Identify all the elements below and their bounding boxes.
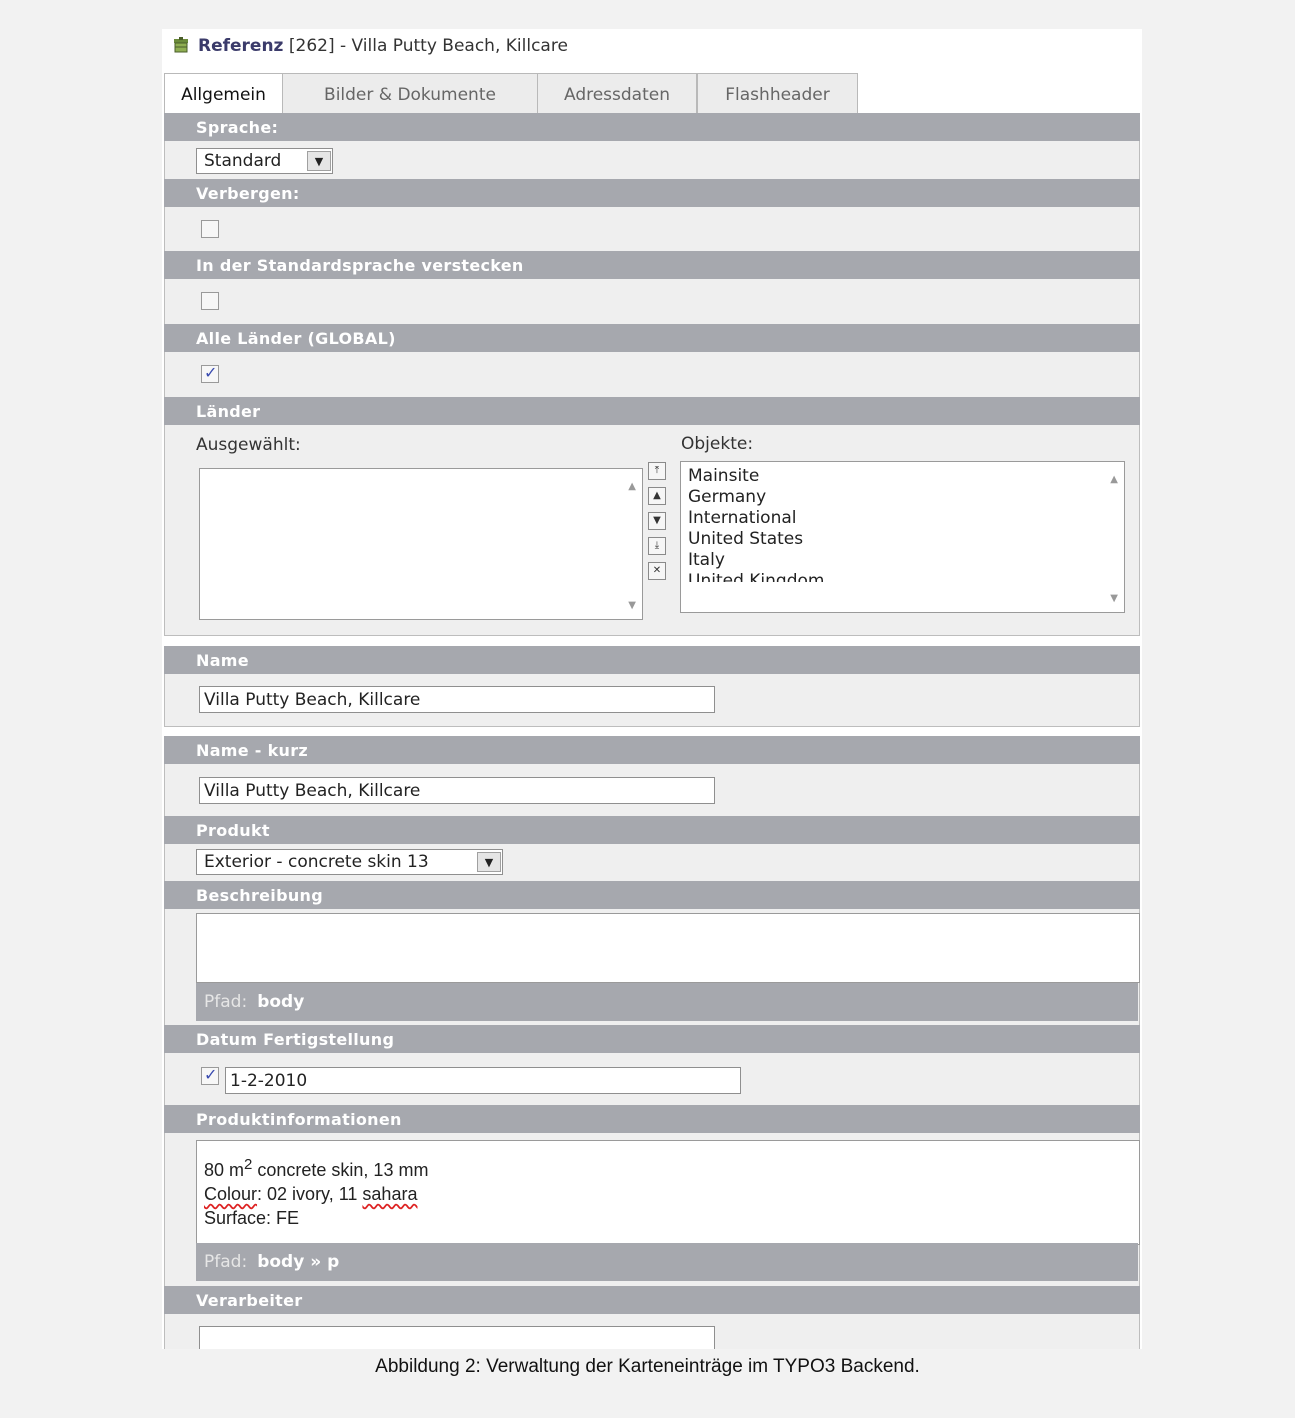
tab-adressdaten[interactable]: Adressdaten xyxy=(537,73,697,113)
move-down-icon[interactable]: ▼ xyxy=(648,512,666,530)
path-value[interactable]: body xyxy=(257,992,304,1012)
text-run: 80 m xyxy=(204,1160,245,1180)
alle-laender-label: Alle Länder (GLOBAL) xyxy=(164,324,1140,352)
record-title: Referenz [262] - Villa Putty Beach, Kill… xyxy=(172,29,568,64)
produkt-value: Exterior - concrete skin 13 xyxy=(204,852,429,872)
tab-bar: Allgemein Bilder & Dokumente Adressdaten… xyxy=(164,73,1142,114)
option-item[interactable]: International xyxy=(688,508,824,529)
misspelled-word: Colour xyxy=(204,1184,258,1204)
produktinformationen-pathbar: Pfad: body » p xyxy=(196,1243,1138,1281)
name-kurz-input[interactable]: Villa Putty Beach, Killcare xyxy=(199,777,715,804)
produktinformationen-editor[interactable]: 80 m2 concrete skin, 13 mm Colour: 02 iv… xyxy=(196,1140,1140,1245)
datum-input[interactable]: 1-2-2010 xyxy=(225,1067,741,1094)
standard-verstecken-label: In der Standardsprache verstecken xyxy=(164,251,1140,279)
scroll-up-icon[interactable]: ▲ xyxy=(628,481,636,492)
produkt-label: Produkt xyxy=(164,816,1140,844)
standard-verstecken-checkbox[interactable] xyxy=(201,292,219,310)
selected-countries-list[interactable]: ▲ ▼ xyxy=(199,468,643,620)
path-label: Pfad: xyxy=(204,1252,248,1272)
tab-bilder-dokumente[interactable]: Bilder & Dokumente xyxy=(282,73,538,113)
move-to-top-icon[interactable]: ⤒ xyxy=(648,462,666,480)
alle-laender-checkbox[interactable] xyxy=(201,363,219,383)
scroll-down-icon[interactable]: ▼ xyxy=(1110,593,1118,604)
beschreibung-label: Beschreibung xyxy=(164,881,1140,909)
name-label: Name xyxy=(164,646,1140,674)
option-item[interactable]: United States xyxy=(688,529,824,550)
sprache-select[interactable]: Standard ▼ xyxy=(196,148,333,174)
content-line: Colour: 02 ivory, 11 sahara xyxy=(204,1182,428,1206)
path-value[interactable]: body » p xyxy=(257,1252,339,1272)
verbergen-label: Verbergen: xyxy=(164,179,1140,207)
move-to-bottom-icon[interactable]: ⤓ xyxy=(648,537,666,555)
move-up-icon[interactable]: ▲ xyxy=(648,487,666,505)
scroll-up-icon[interactable]: ▲ xyxy=(1110,474,1118,485)
verbergen-checkbox[interactable] xyxy=(201,220,219,238)
verarbeiter-input[interactable] xyxy=(199,1326,715,1349)
ausgewaehlt-label: Ausgewählt: xyxy=(196,435,301,455)
option-item[interactable]: Italy xyxy=(688,550,824,571)
text-run: concrete skin, 13 mm xyxy=(252,1160,429,1180)
option-item[interactable]: Germany xyxy=(688,487,824,508)
option-item[interactable]: Mainsite xyxy=(688,466,824,487)
name-input[interactable]: Villa Putty Beach, Killcare xyxy=(199,686,715,713)
text-run: : 02 ivory, 11 xyxy=(257,1184,363,1204)
editor-content: 80 m2 concrete skin, 13 mm Colour: 02 iv… xyxy=(204,1153,428,1230)
typo3-backend-form: Referenz [262] - Villa Putty Beach, Kill… xyxy=(162,29,1142,1349)
name-kurz-label: Name - kurz xyxy=(164,736,1140,764)
figure-frame: Referenz [262] - Villa Putty Beach, Kill… xyxy=(0,0,1295,1418)
path-label: Pfad: xyxy=(204,992,248,1012)
misspelled-word: sahara xyxy=(362,1184,418,1204)
option-item[interactable]: United Kingdom xyxy=(688,571,824,582)
content-line: Surface: FE xyxy=(204,1208,300,1228)
objects-options: Mainsite Germany International United St… xyxy=(688,466,824,582)
figure-caption: Abbildung 2: Verwaltung der Karteneinträ… xyxy=(375,1356,920,1377)
laender-label: Länder xyxy=(164,397,1140,425)
beschreibung-pathbar: Pfad: body xyxy=(196,983,1138,1021)
record-id-title: [262] - Villa Putty Beach, Killcare xyxy=(288,36,568,56)
sprache-label: Sprache: xyxy=(164,113,1140,141)
chevron-down-icon: ▼ xyxy=(477,852,501,872)
tab-flashheader[interactable]: Flashheader xyxy=(697,73,858,113)
verarbeiter-label: Verarbeiter xyxy=(164,1286,1140,1314)
produkt-select[interactable]: Exterior - concrete skin 13 ▼ xyxy=(196,849,503,875)
datum-label: Datum Fertigstellung xyxy=(164,1025,1140,1053)
produktinformationen-label: Produktinformationen xyxy=(164,1105,1140,1133)
sprache-value: Standard xyxy=(204,151,282,171)
record-type-icon xyxy=(172,32,190,53)
tab-allgemein[interactable]: Allgemein xyxy=(164,73,283,114)
available-countries-list[interactable]: Mainsite Germany International United St… xyxy=(680,461,1125,613)
datum-checkbox[interactable] xyxy=(201,1065,219,1085)
record-type-label: Referenz xyxy=(198,36,284,56)
remove-icon[interactable]: ✕ xyxy=(648,562,666,580)
content-line: 80 m2 concrete skin, 13 mm xyxy=(204,1153,428,1182)
beschreibung-editor[interactable] xyxy=(196,913,1140,983)
scroll-down-icon[interactable]: ▼ xyxy=(628,600,636,611)
chevron-down-icon: ▼ xyxy=(307,151,331,171)
objekte-label: Objekte: xyxy=(681,434,754,454)
